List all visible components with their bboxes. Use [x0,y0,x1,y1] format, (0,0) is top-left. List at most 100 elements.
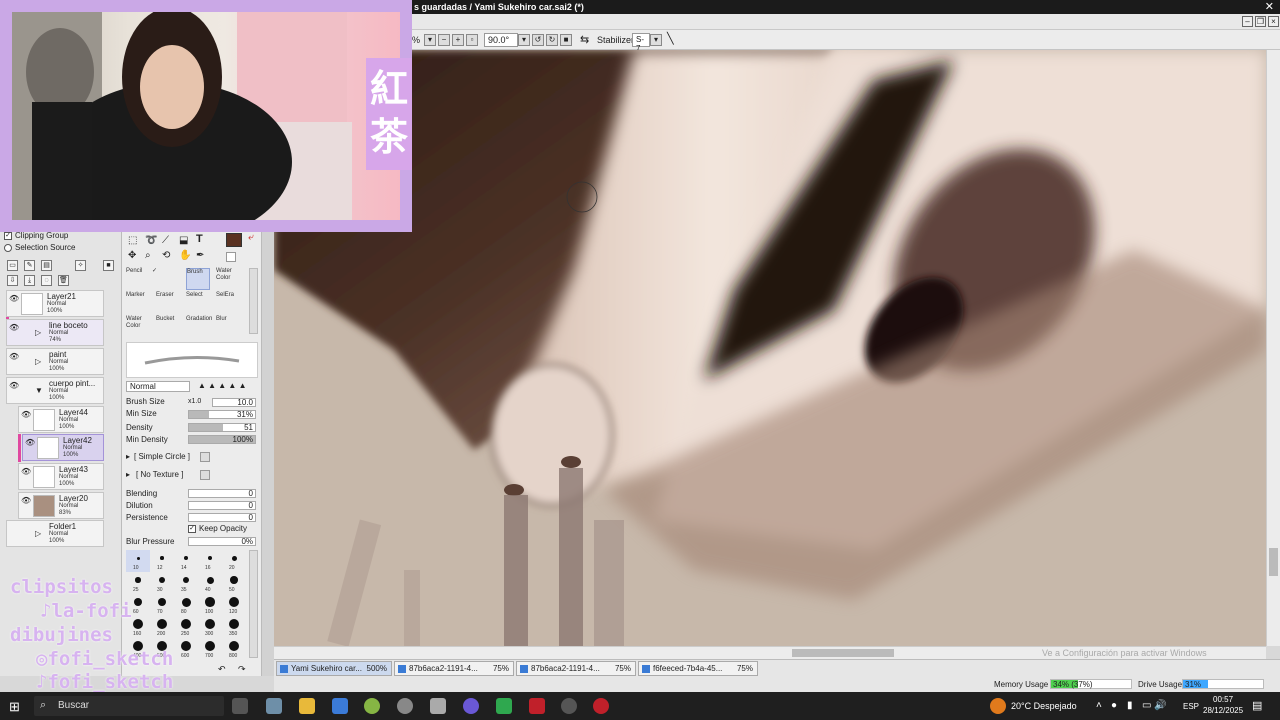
texture-dropdown-icon[interactable] [200,470,210,480]
visibility-eye-icon[interactable] [9,524,19,532]
secondary-color-swatch[interactable] [226,252,236,262]
layer-effects-icon[interactable]: ✧ [75,260,86,271]
tool-select-eraser[interactable]: SelEra [216,292,240,314]
magic-wand-icon[interactable]: ⟋ [162,235,169,246]
network-icon[interactable]: ▭ [1142,700,1151,711]
visibility-eye-icon[interactable]: 👁 [9,381,19,390]
layer-row[interactable]: 👁 Layer20 Normal 83% [18,492,104,519]
rotate-reset-icon[interactable]: ■ [560,34,572,46]
undo-icon[interactable]: ↶ [218,664,226,675]
app-icon[interactable] [496,698,512,714]
brush-size-cell[interactable]: 20 [222,550,246,572]
brush-size-cell[interactable]: 30 [150,572,174,594]
notifications-icon[interactable]: ▤ [1252,699,1262,712]
layer-row[interactable]: 👁 ▼ cuerpo pint... Normal 100% [6,377,104,404]
tool-watercolor[interactable]: Water Color [216,268,240,290]
vertical-scroll-thumb[interactable] [1269,548,1278,576]
weather-icon[interactable] [990,698,1006,714]
brush-size-slider[interactable]: 10.0 [212,398,256,407]
folder-arrow-icon[interactable]: ▷ [35,357,41,366]
layer-mask-icon[interactable]: ■ [103,260,114,271]
visibility-eye-icon[interactable]: 👁 [9,352,19,361]
layer-row[interactable]: ▷ Folder1 Normal 100% [6,520,104,547]
visibility-eye-icon[interactable]: 👁 [21,467,31,476]
texture-expand-icon[interactable]: ▸ [126,470,130,479]
brush-size-cell[interactable]: 70 [150,594,174,616]
taskbar-search[interactable]: ⌕ Buscar [34,696,224,716]
merge-down-icon[interactable]: ⤓ [24,275,35,286]
app-icon[interactable] [463,698,479,714]
tray-chevron-icon[interactable]: ˄ [1096,700,1102,711]
brush-size-cell[interactable]: 300 [198,616,222,638]
line-tool-icon[interactable]: ╲ [667,32,674,45]
lasso-icon[interactable]: ➰ [145,235,157,246]
visibility-eye-icon[interactable]: 👁 [21,410,31,419]
app-icon[interactable] [593,698,609,714]
layer-row[interactable]: 👁 Layer43 Normal 100% [18,463,104,490]
rotation-dropdown-icon[interactable]: ▾ [518,34,530,46]
document-tab[interactable]: f6feeced-7b4a-45... 75% [638,661,758,676]
document-tab[interactable]: Yami Sukehiro car... 500% [276,661,392,676]
min-density-slider[interactable]: 100% [188,435,256,444]
zoom-out-icon[interactable]: − [438,34,450,46]
blend-mode-select[interactable]: Normal [126,381,190,392]
tools-scrollbar[interactable] [249,268,258,334]
brush-size-cell[interactable]: 50 [222,572,246,594]
brush-size-cell[interactable]: 700 [198,638,222,660]
store-icon[interactable] [332,698,348,714]
app-icon[interactable] [430,698,446,714]
tool-blank[interactable]: ✓ [152,268,176,290]
layer-row[interactable]: 👁 ▷ line boceto Normal 74% [6,319,104,346]
transfer-down-icon[interactable]: ⇩ [7,275,18,286]
minimize-doc-button[interactable]: – [1242,16,1253,27]
zoom-in-icon[interactable]: + [452,34,464,46]
brush-shape-buttons[interactable]: ▲ ▲ ▲ ▲ ▲ [198,381,254,392]
flip-icon[interactable]: ⇆ [580,33,589,46]
redo-icon[interactable]: ↷ [238,664,246,675]
close-doc-button[interactable]: × [1268,16,1279,27]
close-window-button[interactable]: ✕ [1265,0,1274,13]
layer-row[interactable]: 👁 Layer44 Normal 100% [18,406,104,433]
restore-doc-button[interactable]: ❐ [1255,16,1266,27]
blending-slider[interactable]: 0 [188,489,256,498]
shape-expand-icon[interactable]: ▸ [126,452,130,461]
tool-blur[interactable]: Blur [216,316,240,338]
brush-size-multiplier[interactable]: x1.0 [188,398,201,405]
select-rect-icon[interactable]: ⬚ [128,235,137,246]
rotation-field[interactable]: 90.0° [484,33,518,47]
app-icon[interactable] [529,698,545,714]
rotate-left-icon[interactable]: ↺ [532,34,544,46]
brush-size-cell[interactable]: 350 [222,616,246,638]
layer-row-selected[interactable]: 👁 Layer42 Normal 100% [22,434,104,461]
brush-size-cell[interactable]: 800 [222,638,246,660]
brush-size-cell[interactable]: 100 [198,594,222,616]
brush-grid-scrollbar[interactable] [249,550,258,658]
tool-watercolor-2[interactable]: Water Color [126,316,150,338]
brush-size-cell[interactable]: 35 [174,572,198,594]
windows-start-icon[interactable]: ⊞ [9,699,20,715]
brush-size-cell[interactable]: 14 [174,550,198,572]
visibility-eye-icon[interactable]: 👁 [9,294,19,303]
layer-row[interactable]: 👁 Layer21 Normal 100% [6,290,104,317]
brush-size-cell[interactable]: 200 [150,616,174,638]
task-view-icon[interactable] [232,698,248,714]
persistence-slider[interactable]: 0 [188,513,256,522]
min-size-slider[interactable]: 31% [188,410,256,419]
language-indicator[interactable]: ESP [1183,702,1199,711]
folder-arrow-icon[interactable]: ▷ [35,529,41,538]
folder-expanded-icon[interactable]: ▼ [35,386,43,395]
brush-size-cell[interactable]: 250 [174,616,198,638]
app-icon[interactable] [397,698,413,714]
zoom-tool-icon[interactable]: ⌕ [145,250,151,261]
drawing-canvas[interactable] [274,50,1266,646]
tool-select[interactable]: Select [186,292,210,314]
visibility-eye-icon[interactable]: 👁 [21,496,31,505]
tool-brush[interactable]: Brush [186,268,210,290]
shape-dropdown-icon[interactable] [200,452,210,462]
texture-select[interactable]: [ No Texture ] [136,470,183,479]
new-layer-icon[interactable]: ▭ [7,260,18,271]
file-explorer-icon[interactable] [299,698,315,714]
app-icon[interactable] [561,698,577,714]
vertical-scrollbar[interactable] [1266,50,1280,646]
tray-icon[interactable]: ● [1111,700,1117,711]
